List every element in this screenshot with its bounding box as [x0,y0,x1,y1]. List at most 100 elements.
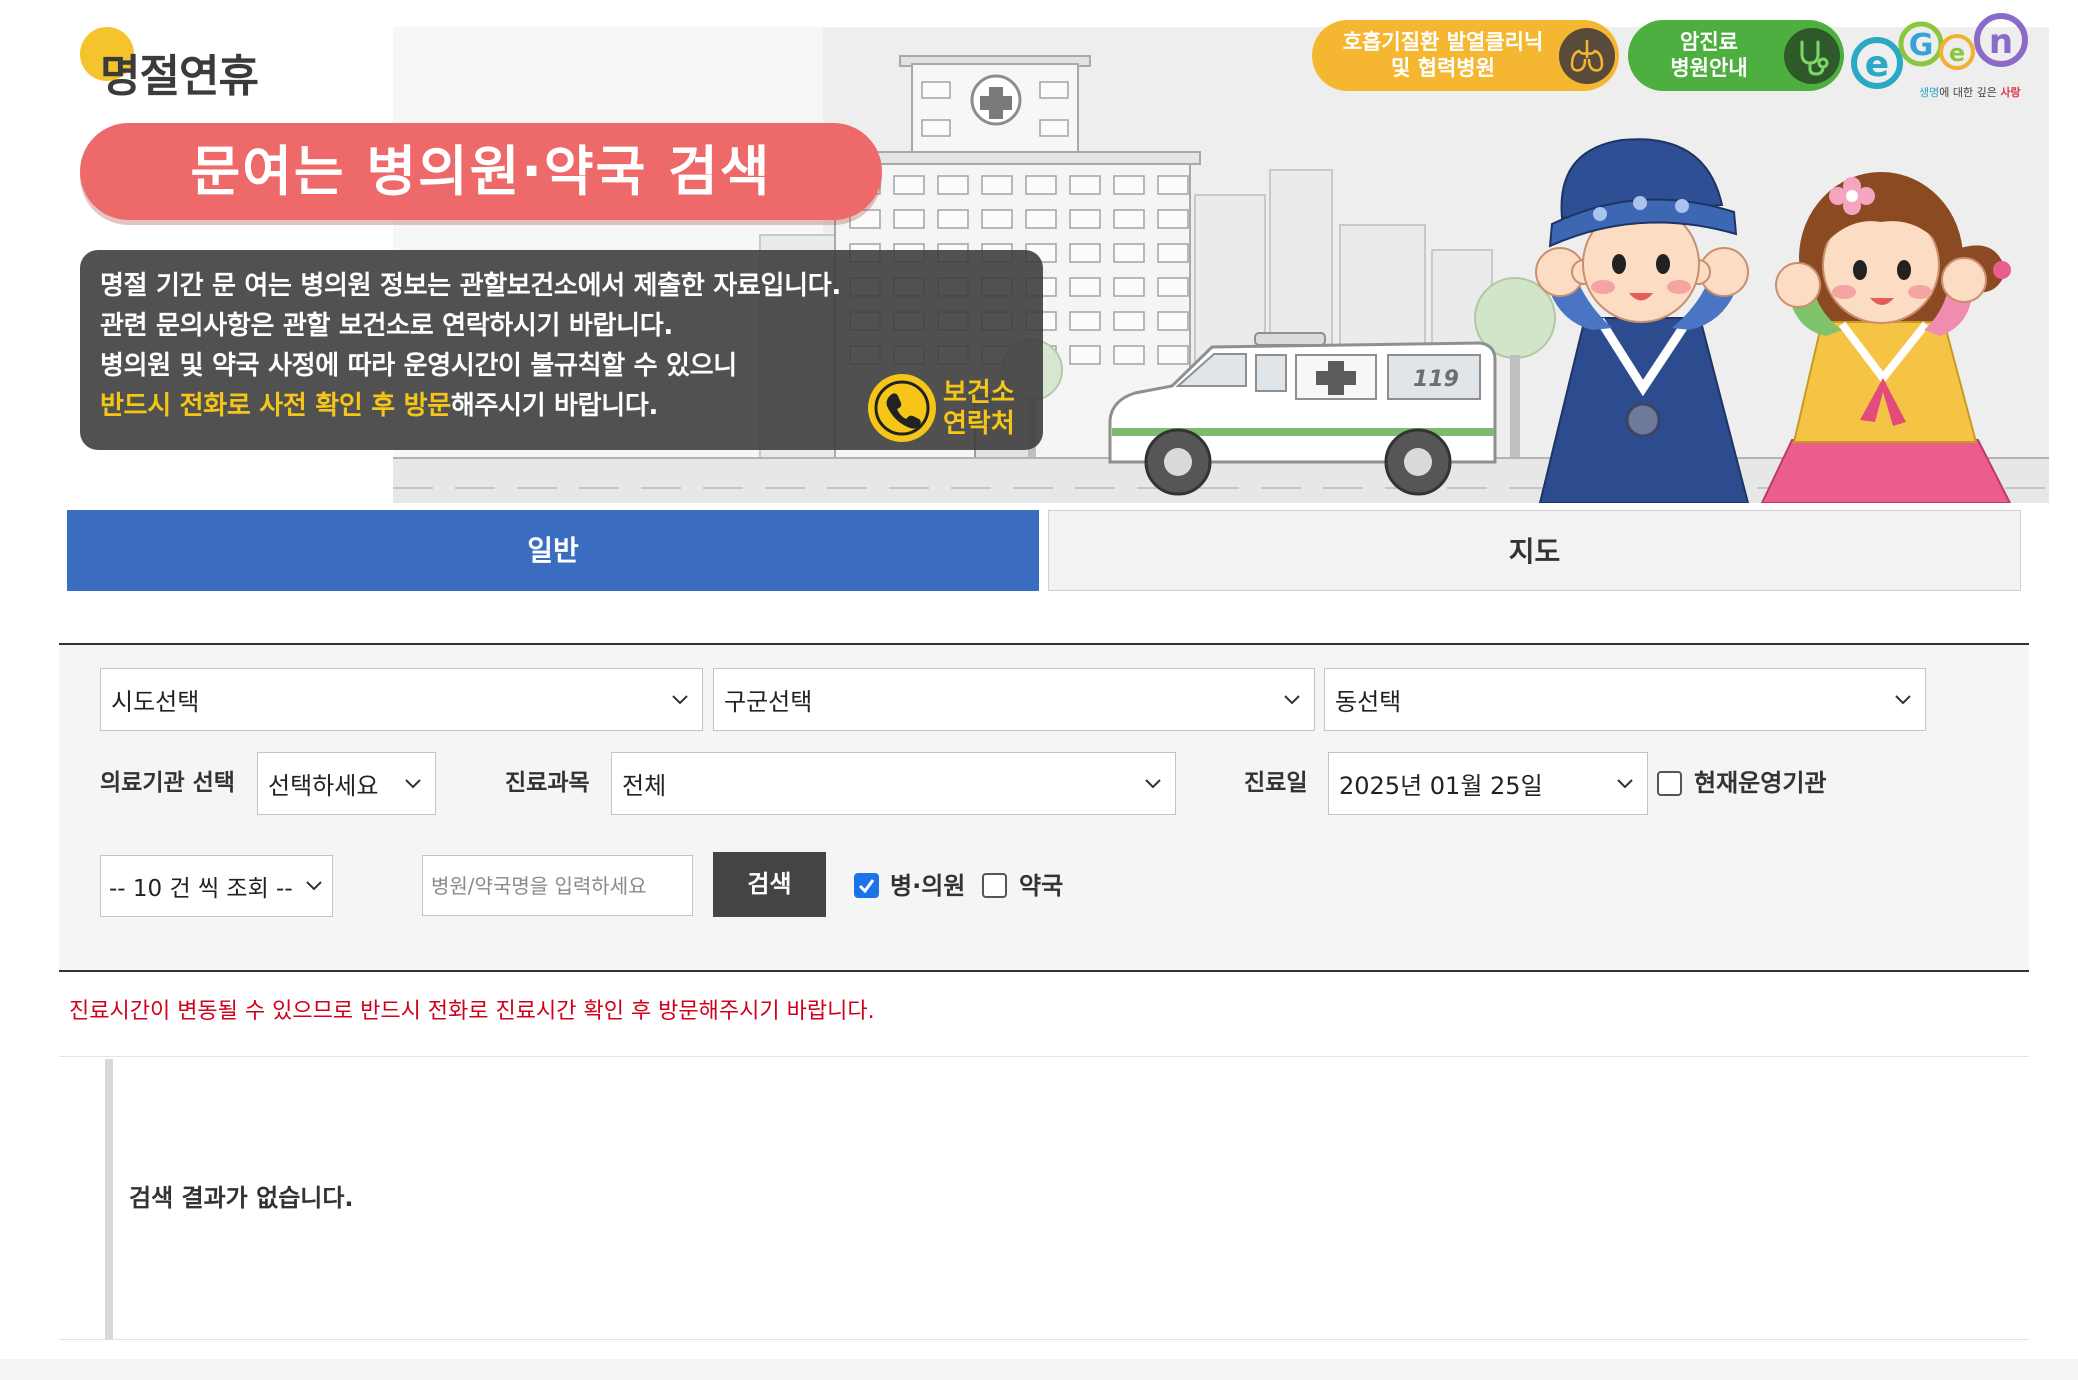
chevron-stroke [672,694,688,704]
empty-results-message: 검색 결과가 없습니다. [129,1184,354,1212]
fever-clinic-link[interactable]: 호흡기질환 발열클리닉 및 협력병원 [1312,20,1619,91]
chevron-down-icon [306,881,322,891]
building-window [1039,119,1069,137]
building-window [893,175,925,195]
sido-select[interactable]: 시도선택 [100,668,703,731]
cancer-hospital-label-line: 병원안내 [1670,56,1748,80]
building-window [1157,277,1189,297]
department-select-value: 전체 [622,772,667,800]
hat-flower [1675,199,1689,213]
fever-clinic-label: 호흡기질환 발열클리닉 및 협력병원 [1326,29,1560,81]
stethoscope-icon [1784,28,1840,84]
dong-select[interactable]: 동선택 [1324,668,1926,731]
banner-notice-highlight: 반드시 전화로 사전 확인 후 방문 [100,391,451,421]
gugun-select[interactable]: 구군선택 [713,668,1315,731]
footer-band [0,1359,2078,1380]
boy-cheek [1591,280,1615,294]
open-now-label[interactable]: 현재운영기관 [1694,752,1826,815]
ambulance-number: 119 [1413,367,1459,392]
girl-cheek [1832,285,1856,299]
pharmacy-checkbox-label[interactable]: 약국 [1019,855,1063,917]
cancer-hospital-label-line: 암진료 [1680,30,1738,54]
tree-trunk [1510,355,1520,460]
building-window [1113,311,1145,331]
institution-select-value: 선택하세요 [268,772,379,800]
page-size-select[interactable]: -- 10 건 씩 조회 -- [100,855,333,917]
building-window [1157,209,1189,229]
banner-notice-line: 병의원 및 약국 사정에 따라 운영시간이 불규칙할 수 있으니 [100,351,737,381]
building-window [937,175,969,195]
hospital-checkbox[interactable] [854,873,879,898]
contact-label-line: 보건소 [943,378,1015,408]
department-select[interactable]: 전체 [611,752,1176,815]
building-window [921,119,951,137]
girl-eye [1897,260,1911,280]
building-window [1069,345,1101,365]
flower-petal [1829,187,1847,205]
contact-label-line: 연락처 [943,409,1015,439]
building-window [1157,175,1189,195]
results-left-bar [105,1059,113,1339]
banner-notice-line: 반드시 전화로 사전 확인 후 방문해주시기 바랍니다. [100,386,658,426]
date-select-value: 2025년 01월 25일 [1339,772,1543,800]
gugun-select-value: 구군선택 [724,688,813,716]
search-panel: 시도선택 구군선택 동선택 의료기관 선택 선택하세요 진료과목 전체 진료일 … [59,643,2029,972]
pharmacy-checkbox[interactable] [982,873,1007,898]
chevron-stroke [306,881,322,891]
boy-eye [1612,254,1626,274]
banner-notice-line: 관련 문의사항은 관할 보건소로 연락하시기 바랍니다. [100,311,673,341]
stethoscope-icon-circle [1784,28,1840,84]
building-window [1113,345,1145,365]
chevron-stroke [1617,778,1633,788]
institution-select[interactable]: 선택하세요 [257,752,436,815]
building-window [937,209,969,229]
date-select[interactable]: 2025년 01월 25일 [1328,752,1648,815]
open-now-checkbox[interactable] [1657,771,1682,796]
egen-letter: e [1865,44,1889,85]
page-title: 문여는 병의원·약국 검색 [80,123,882,220]
check-icon [858,879,875,894]
boy-eye [1656,254,1670,274]
health-center-contact-button[interactable]: 보건소 연락처 [943,378,1015,440]
egen-letter: G [1909,28,1934,63]
dong-select-value: 동선택 [1335,688,1402,716]
building-window [1025,175,1057,195]
search-button[interactable]: 검색 [713,852,826,917]
building-window [1069,209,1101,229]
building-window [893,209,925,229]
hospital-checkbox-label[interactable]: 병·의원 [890,855,965,917]
hat-flower [1633,196,1647,210]
banner-notice-box: 명절 기간 문 여는 병의원 정보는 관할보건소에서 제출한 자료입니다. 관련… [80,250,1043,450]
keyword-search-input[interactable] [422,855,693,916]
institution-label: 의료기관 선택 [100,770,235,796]
girl-right-hand [1941,257,1987,303]
egen-tagline: 생명에 대한 깊은 사랑 [1919,85,2021,99]
building-window [1113,243,1145,263]
holiday-logo[interactable]: 명절연휴 [100,50,259,104]
chevron-down-icon [405,778,421,788]
cancer-hospital-link[interactable]: 암진료 병원안내 [1628,20,1844,91]
egen-logo[interactable]: e G e n 생명에 대한 깊은 사랑 [1849,8,2034,103]
check-stroke [858,879,875,894]
egen-tagline-part: 에 대한 깊은 [1939,86,2000,99]
building-window [1069,311,1101,331]
phone-icon[interactable] [866,372,938,444]
girl-cheek [1908,285,1932,299]
tab-general[interactable]: 일반 [67,510,1039,591]
building-window [1113,277,1145,297]
building-window [981,209,1013,229]
building-window [1157,311,1189,331]
visit-warning-notice: 진료시간이 변동될 수 있으므로 반드시 전화로 진료시간 확인 후 방문해주시… [69,999,875,1024]
chevron-down-icon [1284,694,1300,704]
building-window [1157,243,1189,263]
tab-map[interactable]: 지도 [1048,510,2021,591]
chevron-down-icon [1895,694,1911,704]
ambulance-window [1255,354,1287,392]
girl-skirt [1760,439,2012,503]
chevron-down-icon [1617,778,1633,788]
building-window [981,175,1013,195]
girl-eye [1853,260,1867,280]
lungs-icon [1559,28,1615,84]
girl-left-hand [1775,262,1821,308]
boy-medallion [1625,402,1661,438]
